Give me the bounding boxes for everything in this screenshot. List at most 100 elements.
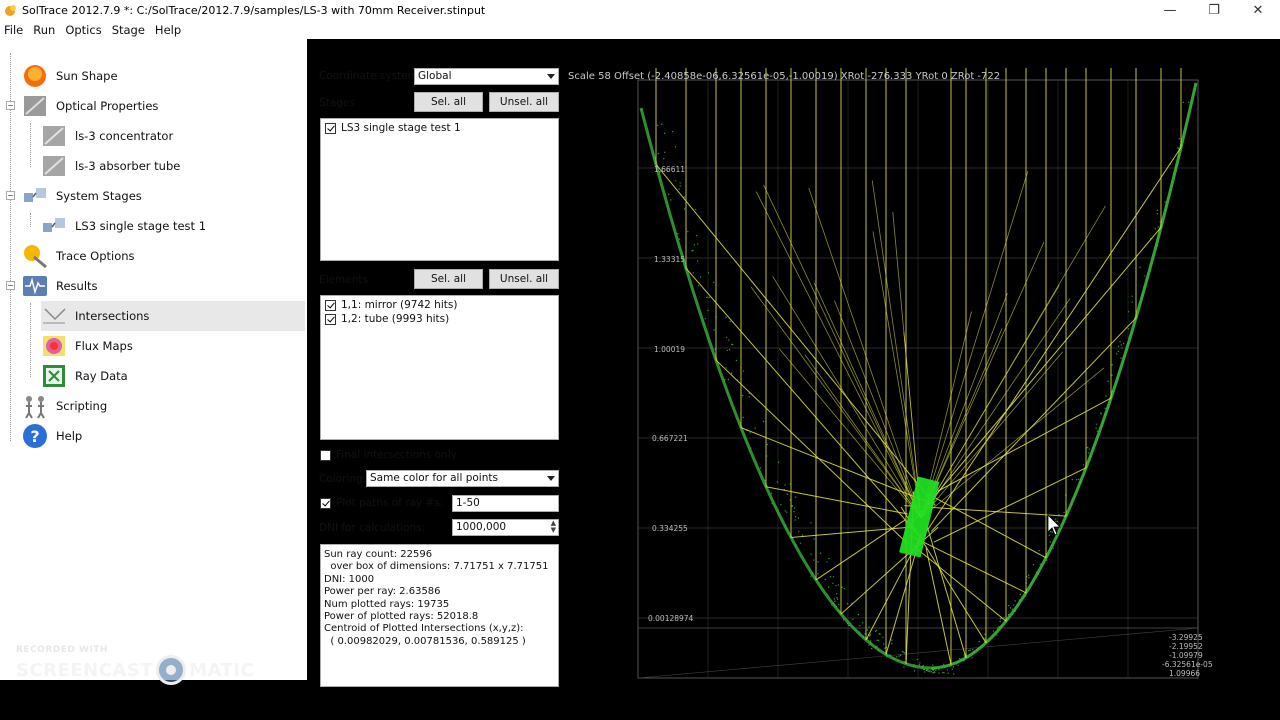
checkbox[interactable] (325, 122, 336, 134)
hit-point (952, 666, 955, 668)
tree-label: System Stages (56, 189, 142, 203)
hit-point (1176, 164, 1179, 166)
hit-point (813, 538, 815, 540)
tree-item-optical-properties[interactable]: Optical Properties (22, 91, 158, 121)
hit-point (827, 586, 830, 588)
reflected-ray (871, 180, 922, 519)
stat-line: Power of plotted rays: 52018.8 (324, 611, 479, 623)
hit-point (1058, 529, 1060, 531)
hit-point (771, 502, 773, 505)
hit-point (1127, 311, 1130, 313)
hit-point (903, 666, 905, 668)
hit-point (663, 158, 665, 160)
hit-point (791, 505, 793, 508)
hit-point (1095, 427, 1097, 429)
hit-point (946, 669, 949, 671)
hit-point (835, 584, 837, 587)
stages-unselect-all-button[interactable]: Unsel. all (489, 92, 559, 112)
hit-point (1025, 595, 1027, 597)
final-intersections-checkbox[interactable] (320, 449, 331, 461)
hit-point (955, 663, 958, 665)
elements-unselect-all-button[interactable]: Unsel. all (489, 269, 559, 289)
reflected-ray (926, 525, 967, 658)
tree-item-trace-options[interactable]: Trace Options (22, 241, 135, 271)
hit-point (727, 378, 730, 381)
hit-point (1178, 138, 1180, 140)
reflected-ray (920, 170, 1029, 519)
minimize-button[interactable]: — (1148, 0, 1192, 20)
tree-item-help[interactable]: ? Help (22, 421, 82, 451)
stages-select-all-button[interactable]: Sel. all (414, 92, 483, 112)
hit-point (852, 618, 854, 621)
stages-list: LS3 single stage test 1 (320, 118, 559, 261)
optics-icon (41, 153, 67, 179)
stages-icon (22, 183, 48, 209)
menu-stage[interactable]: Stage (112, 23, 145, 37)
tree-item-sun-shape[interactable]: Sun Shape (22, 61, 118, 91)
final-intersections-label: Final intersections only (336, 449, 457, 461)
hit-point (832, 582, 834, 585)
hit-point (963, 660, 965, 662)
hit-point (697, 243, 699, 245)
spin-arrows-icon[interactable]: ▲ ▼ (551, 520, 556, 534)
menu-help[interactable]: Help (155, 23, 181, 37)
intersection-3d-plot[interactable]: Scale 58 Offset (-2.40858e-06,6.32561e-0… (566, 68, 1271, 692)
hit-point (1014, 610, 1017, 612)
expand-results[interactable]: − (6, 281, 15, 290)
tree-item-concentrator[interactable]: ls-3 concentrator (41, 121, 173, 151)
hit-point (898, 655, 900, 657)
close-button[interactable]: ✕ (1236, 0, 1280, 20)
tree-item-system-stages[interactable]: System Stages (22, 181, 142, 211)
expand-optical-properties[interactable]: − (6, 101, 15, 110)
dni-spinbox[interactable]: 1000,000 ▲ ▼ (452, 519, 559, 536)
hit-point (780, 503, 782, 506)
checkbox[interactable] (325, 299, 336, 311)
hit-point (1063, 511, 1065, 513)
hit-point (1054, 518, 1057, 520)
menu-file[interactable]: File (4, 23, 23, 37)
plot-canvas[interactable] (566, 68, 1271, 692)
dni-value: 1000,000 (456, 521, 507, 533)
checkbox[interactable] (325, 313, 336, 325)
hit-point (836, 596, 838, 599)
element-name: 1,1: mirror (9742 hits) (341, 299, 458, 311)
tree-item-ray-data[interactable]: Ray Data (41, 361, 128, 391)
restore-button[interactable]: ❐ (1192, 0, 1236, 20)
tree-item-results[interactable]: Results (22, 271, 98, 301)
plot-paths-checkbox[interactable] (320, 497, 331, 509)
stage-list-item[interactable]: LS3 single stage test 1 (325, 122, 461, 134)
hit-point (1009, 607, 1012, 609)
reflected-ray (920, 147, 1182, 541)
sun-icon (22, 63, 48, 89)
hit-point (868, 644, 870, 646)
hit-point (828, 557, 830, 560)
tree-item-absorber[interactable]: ls-3 absorber tube (41, 151, 180, 181)
coloring-select[interactable]: Same color for all points (366, 470, 559, 487)
hit-point (1182, 101, 1185, 103)
element-list-item[interactable]: 1,1: mirror (9742 hits) (325, 299, 457, 311)
final-intersections-checkbox-row[interactable]: Final intersections only (320, 449, 457, 461)
tree-item-stage-1[interactable]: LS3 single stage test 1 (41, 211, 206, 241)
hit-point (878, 632, 881, 635)
hit-point (678, 188, 680, 190)
elements-select-all-button[interactable]: Sel. all (414, 269, 483, 289)
hit-point (794, 519, 796, 521)
plot-paths-input[interactable]: 1-50 (452, 495, 559, 512)
tree-item-flux-maps[interactable]: Flux Maps (41, 331, 133, 361)
hit-point (891, 642, 893, 645)
hit-point (728, 339, 730, 341)
hit-point (795, 496, 797, 498)
hit-point (931, 669, 934, 671)
menu-run[interactable]: Run (33, 23, 55, 37)
plot-paths-checkbox-row[interactable]: Plot paths of ray #s: (320, 497, 443, 509)
hit-point (1003, 617, 1005, 619)
menu-optics[interactable]: Optics (65, 23, 101, 37)
tree-item-scripting[interactable]: Scripting (22, 391, 107, 421)
hit-point (824, 578, 826, 581)
expand-system-stages[interactable]: − (6, 191, 15, 200)
tree-item-intersections[interactable]: Intersections (41, 301, 305, 331)
hit-point (1011, 608, 1013, 610)
coord-system-select[interactable]: Global (414, 68, 559, 85)
hit-point (1087, 446, 1089, 449)
element-list-item[interactable]: 1,2: tube (9993 hits) (325, 313, 449, 325)
